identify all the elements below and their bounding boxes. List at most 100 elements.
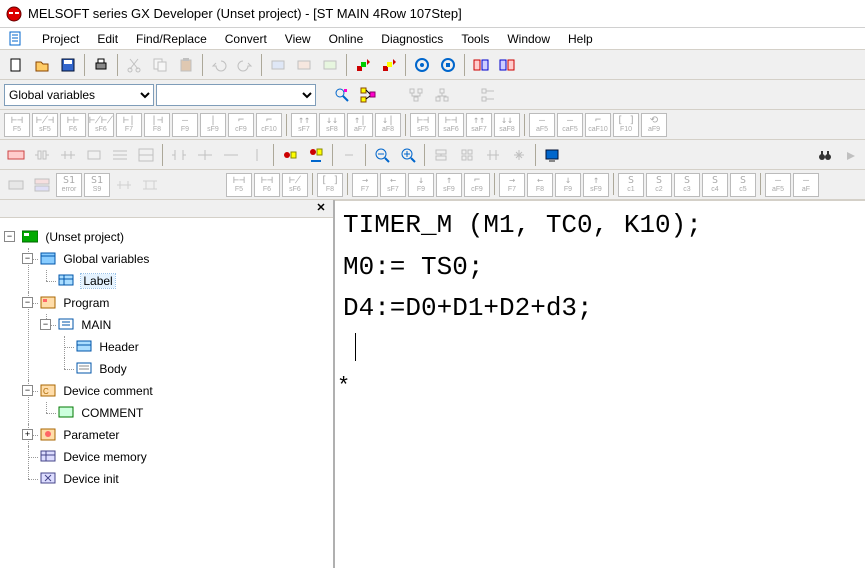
lad2-mon[interactable]	[540, 143, 564, 167]
ladder-btn-caF10[interactable]: ⌐caF10	[585, 113, 611, 137]
menu-project[interactable]: Project	[34, 30, 87, 48]
menu-edit[interactable]: Edit	[89, 30, 126, 48]
ladder-btn-F7[interactable]: ⊢|F7	[116, 113, 142, 137]
tree-program[interactable]: Program	[63, 296, 109, 310]
lad2-zoomout[interactable]	[370, 143, 394, 167]
menu-help[interactable]: Help	[560, 30, 601, 48]
r3-a[interactable]	[4, 173, 28, 197]
ladder3-btn-c2-14[interactable]: Sc2	[646, 173, 672, 197]
tree-header[interactable]: Header	[99, 340, 138, 354]
cut-button[interactable]	[122, 53, 146, 77]
monitor-stop-button[interactable]	[436, 53, 460, 77]
lad2-13[interactable]	[455, 143, 479, 167]
lad2-10[interactable]	[245, 143, 269, 167]
expander[interactable]: −	[22, 385, 33, 396]
tree-comment[interactable]: COMMENT	[81, 406, 143, 420]
tree-dev-memory[interactable]: Device memory	[63, 450, 146, 464]
ladder3-btn-aF-19[interactable]: —aF	[793, 173, 819, 197]
ladder-btn-sF8[interactable]: ↓↓sF8	[319, 113, 345, 137]
expander[interactable]: +	[22, 429, 33, 440]
ladder-btn-aF8[interactable]: ↓|aF8	[375, 113, 401, 137]
ladder3-btn-F7-4[interactable]: →F7	[352, 173, 378, 197]
expander[interactable]: −	[40, 319, 51, 330]
tree-label[interactable]: Label	[81, 274, 114, 288]
tree-parameter[interactable]: Parameter	[63, 428, 119, 442]
menu-tools[interactable]: Tools	[453, 30, 497, 48]
open-button[interactable]	[30, 53, 54, 77]
lad2-bp2[interactable]	[304, 143, 328, 167]
ladder3-btn-F6-1[interactable]: ⊢⊣F6	[254, 173, 280, 197]
ladder3-btn-F9-6[interactable]: ↓F9	[408, 173, 434, 197]
menu-view[interactable]: View	[277, 30, 319, 48]
ladder3-btn-F5-0[interactable]: ⊢⊣F5	[226, 173, 252, 197]
nav1-button[interactable]	[469, 53, 493, 77]
ladder-btn-F9[interactable]: —F9	[172, 113, 198, 137]
r3-b[interactable]	[30, 173, 54, 197]
lad2-11[interactable]	[337, 143, 361, 167]
ladder3-btn-F9-11[interactable]: ↓F9	[555, 173, 581, 197]
net1-button[interactable]	[404, 83, 428, 107]
ladder-btn-aF5[interactable]: —aF5	[529, 113, 555, 137]
code-editor[interactable]: TIMER_M (M1, TC0, K10); M0:= TS0; D4:=D0…	[335, 200, 865, 568]
menu-window[interactable]: Window	[499, 30, 558, 48]
ladder3-btn-sF9-12[interactable]: ↑sF9	[583, 173, 609, 197]
lad2-15[interactable]	[507, 143, 531, 167]
menu-convert[interactable]: Convert	[217, 30, 275, 48]
ladder3-btn-sF6-2[interactable]: ⊬sF6	[282, 173, 308, 197]
ladder-btn-sF7[interactable]: ↑↑sF7	[291, 113, 317, 137]
ladder-btn-cF10[interactable]: ⌐cF10	[256, 113, 282, 137]
lad2-zoomin[interactable]	[396, 143, 420, 167]
menu-find[interactable]: Find/Replace	[128, 30, 215, 48]
lad2-1[interactable]	[4, 143, 28, 167]
ladder-btn-sF9[interactable]: |sF9	[200, 113, 226, 137]
ladder-btn-aF9[interactable]: ⟲aF9	[641, 113, 667, 137]
net3-button[interactable]	[476, 83, 500, 107]
ladder-btn-F8[interactable]: |⊣F8	[144, 113, 170, 137]
net2-button[interactable]	[430, 83, 454, 107]
ladder3-btn-cF9-8[interactable]: ⌐cF9	[464, 173, 490, 197]
expander[interactable]: −	[22, 253, 33, 264]
lad2-4[interactable]	[82, 143, 106, 167]
build-button[interactable]	[351, 53, 375, 77]
ladder-btn-saF8[interactable]: ↓↓saF8	[494, 113, 520, 137]
lad2-7[interactable]	[167, 143, 191, 167]
menu-online[interactable]: Online	[321, 30, 372, 48]
tree-root[interactable]: (Unset project)	[45, 230, 124, 244]
scope-combo[interactable]: Global variables	[4, 84, 154, 106]
r3-f[interactable]	[138, 173, 162, 197]
expander[interactable]: −	[4, 231, 15, 242]
ladder-btn-caF5[interactable]: —caF5	[557, 113, 583, 137]
write-plc-button[interactable]	[266, 53, 290, 77]
save-button[interactable]	[56, 53, 80, 77]
copy-button[interactable]	[148, 53, 172, 77]
nav2-button[interactable]	[495, 53, 519, 77]
lad2-6[interactable]	[134, 143, 158, 167]
menu-diagnostics[interactable]: Diagnostics	[373, 30, 451, 48]
ladder3-btn-sF7-5[interactable]: ←sF7	[380, 173, 406, 197]
ladder-btn-aF7[interactable]: ↑|aF7	[347, 113, 373, 137]
tree-scroll[interactable]: − (Unset project) − Global variables	[0, 218, 333, 568]
ladder3-btn-c5-17[interactable]: Sc5	[730, 173, 756, 197]
ladder3-btn-F8-10[interactable]: ←F8	[527, 173, 553, 197]
lad2-bp[interactable]	[278, 143, 302, 167]
lad2-3[interactable]	[56, 143, 80, 167]
find-button[interactable]	[330, 83, 354, 107]
name-combo[interactable]	[156, 84, 316, 106]
lad2-2[interactable]	[30, 143, 54, 167]
ladder-btn-sF6[interactable]: ⊬⊬sF6	[88, 113, 114, 137]
tree-button[interactable]	[356, 83, 380, 107]
ladder-btn-sF5[interactable]: ⊬⊣sF5	[32, 113, 58, 137]
read-plc-button[interactable]	[292, 53, 316, 77]
tree-device-init[interactable]: Device init	[63, 472, 118, 486]
tree-dev-comment[interactable]: Device comment	[63, 384, 152, 398]
ladder-btn-F5[interactable]: ⊢⊣F5	[4, 113, 30, 137]
new-button[interactable]	[4, 53, 28, 77]
undo-button[interactable]	[207, 53, 231, 77]
ladder-btn-F10[interactable]: [ ]F10	[613, 113, 639, 137]
rebuild-button[interactable]	[377, 53, 401, 77]
ladder3-btn-F8-3[interactable]: [ ]F8	[317, 173, 343, 197]
ladder-btn-F6[interactable]: ⊢⊢F6	[60, 113, 86, 137]
ladder3-btn-aF5-18[interactable]: —aF5	[765, 173, 791, 197]
monitor-start-button[interactable]	[410, 53, 434, 77]
lad2-5[interactable]	[108, 143, 132, 167]
